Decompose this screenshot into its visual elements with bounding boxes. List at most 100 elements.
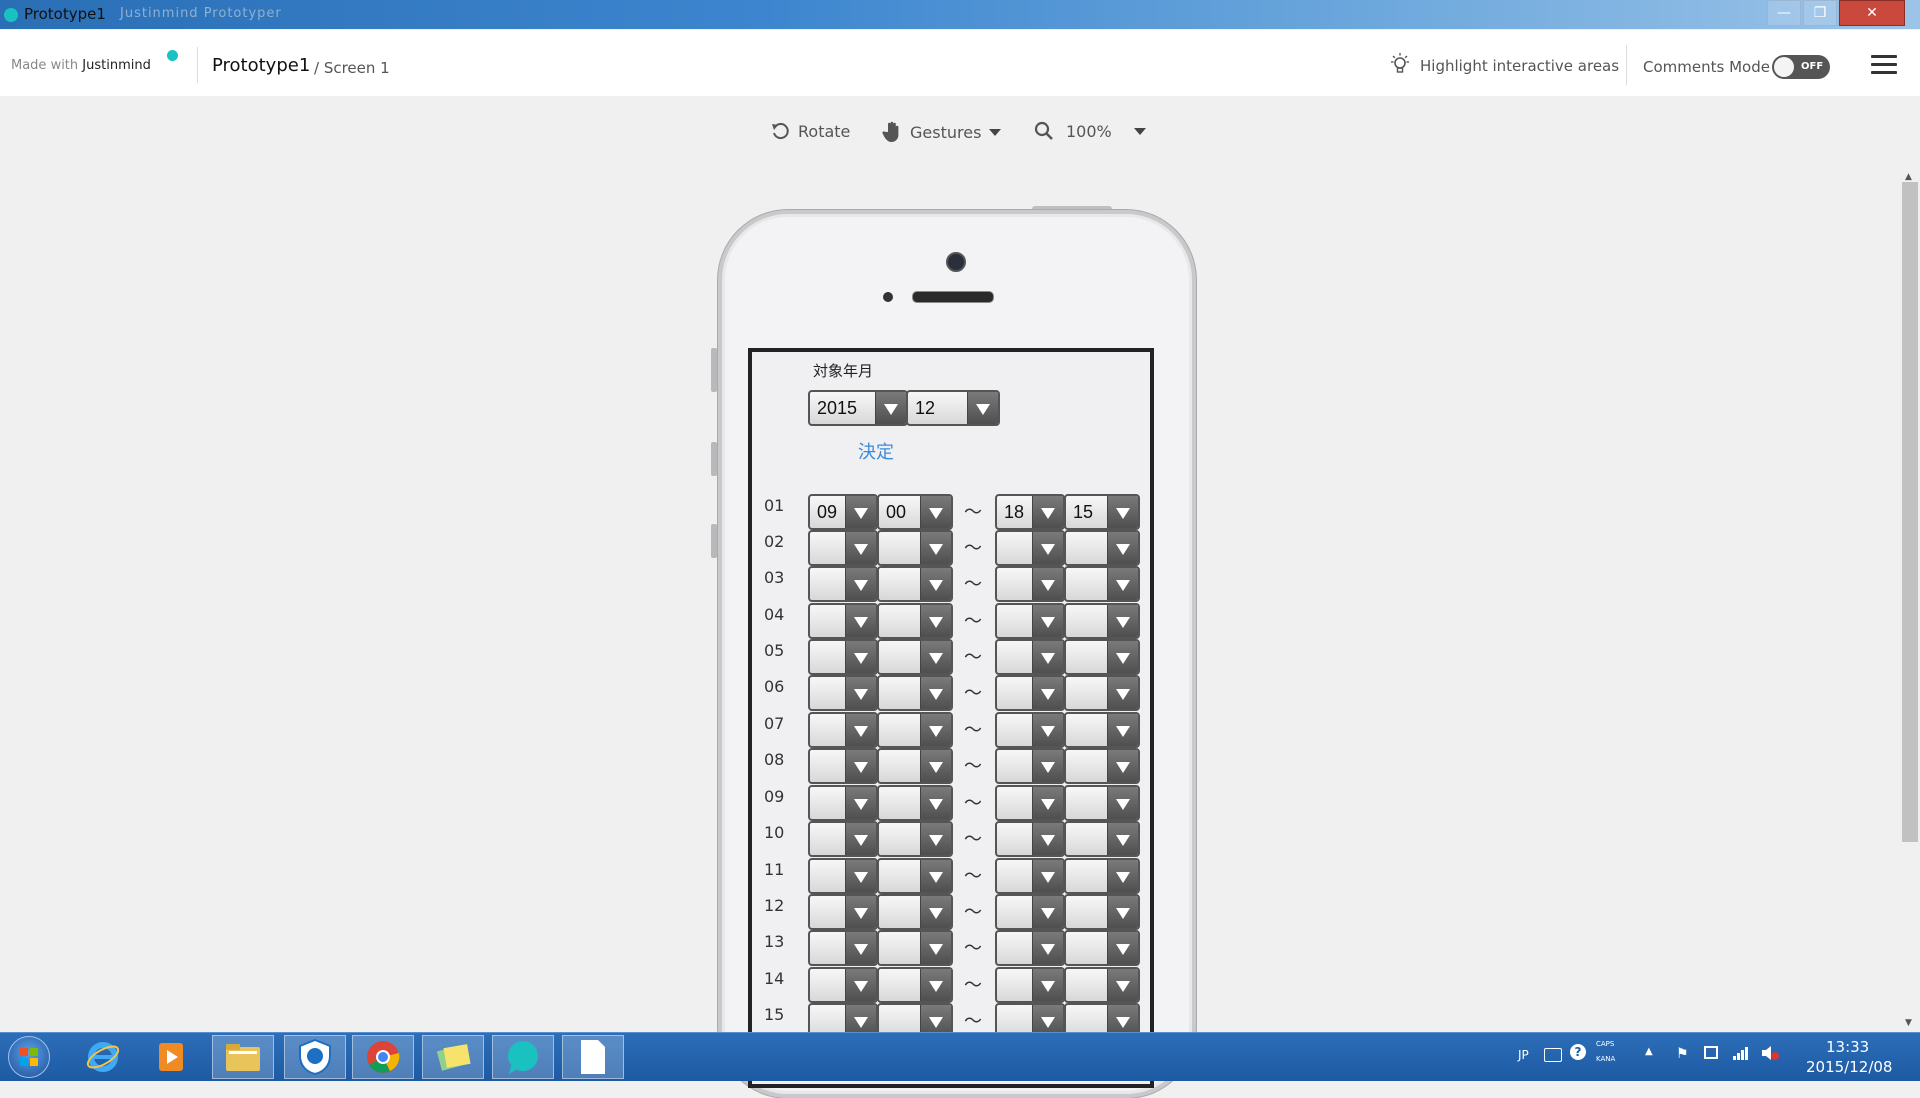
dropdown-arrow-icon: [1107, 714, 1138, 746]
zoom-dropdown[interactable]: 100%: [1034, 121, 1146, 141]
taskbar-justinmind[interactable]: [492, 1035, 554, 1079]
start-hour-select[interactable]: [808, 566, 878, 602]
day-number: 11: [764, 860, 785, 879]
end-minute-select[interactable]: 15: [1064, 494, 1140, 530]
phone-mute-switch: [711, 348, 717, 392]
end-hour-select[interactable]: [995, 858, 1065, 894]
end-minute-select[interactable]: [1064, 675, 1140, 711]
start-minute-select[interactable]: [877, 785, 953, 821]
end-hour-select[interactable]: [995, 894, 1065, 930]
taskbar-media-player[interactable]: [140, 1035, 202, 1079]
start-minute-select[interactable]: [877, 712, 953, 748]
end-hour-select[interactable]: [995, 675, 1065, 711]
taskbar-chrome[interactable]: [352, 1035, 414, 1079]
network-icon[interactable]: [1704, 1046, 1718, 1059]
start-minute-select[interactable]: [877, 530, 953, 566]
keyboard-icon[interactable]: [1544, 1048, 1562, 1062]
scroll-down-arrow-icon[interactable]: ▼: [1905, 1018, 1912, 1028]
volume-muted-icon[interactable]: [1760, 1044, 1780, 1062]
end-minute-select[interactable]: [1064, 930, 1140, 966]
end-minute-select[interactable]: [1064, 530, 1140, 566]
start-minute-select[interactable]: [877, 858, 953, 894]
window-ghost-title: Justinmind Prototyper: [120, 6, 282, 21]
scrollbar-thumb[interactable]: [1902, 182, 1918, 842]
start-hour-select[interactable]: [808, 785, 878, 821]
end-hour-select[interactable]: [995, 930, 1065, 966]
screen-name[interactable]: / Screen 1: [314, 59, 390, 77]
month-select[interactable]: 12: [906, 390, 1000, 426]
end-hour-select[interactable]: [995, 530, 1065, 566]
end-hour-select[interactable]: [995, 712, 1065, 748]
end-hour-select[interactable]: 18: [995, 494, 1065, 530]
start-hour-select[interactable]: 09: [808, 494, 878, 530]
start-hour-select[interactable]: [808, 748, 878, 784]
start-minute-select[interactable]: [877, 967, 953, 1003]
action-center-flag-icon[interactable]: ⚑: [1676, 1046, 1689, 1062]
gestures-dropdown[interactable]: Gestures: [882, 121, 1002, 143]
sticky-notes-icon: [436, 1044, 471, 1071]
end-hour-select[interactable]: [995, 603, 1065, 639]
end-minute-select[interactable]: [1064, 748, 1140, 784]
start-hour-select[interactable]: [808, 821, 878, 857]
start-minute-select[interactable]: [877, 894, 953, 930]
end-minute-select[interactable]: [1064, 712, 1140, 748]
minimize-button[interactable]: —: [1767, 0, 1801, 26]
end-hour-select[interactable]: [995, 821, 1065, 857]
start-hour-select[interactable]: [808, 930, 878, 966]
start-minute-select[interactable]: [877, 748, 953, 784]
close-button[interactable]: ✕: [1839, 0, 1905, 26]
hamburger-menu-icon[interactable]: [1871, 55, 1897, 75]
windows-start-button[interactable]: [8, 1036, 50, 1078]
end-minute-select[interactable]: [1064, 821, 1140, 857]
rotate-button[interactable]: Rotate: [770, 121, 850, 141]
help-icon[interactable]: ?: [1570, 1044, 1586, 1060]
end-minute-select[interactable]: [1064, 967, 1140, 1003]
start-hour-select[interactable]: [808, 675, 878, 711]
start-minute-select[interactable]: [877, 603, 953, 639]
start-hour-select[interactable]: [808, 530, 878, 566]
comments-mode-toggle[interactable]: OFF: [1772, 55, 1830, 79]
taskbar-file-explorer[interactable]: [212, 1035, 274, 1079]
start-minute-select[interactable]: [877, 566, 953, 602]
start-hour-select[interactable]: [808, 603, 878, 639]
highlight-interactive-areas-button[interactable]: Highlight interactive areas: [1420, 57, 1619, 75]
end-minute-select[interactable]: [1064, 639, 1140, 675]
end-minute-select[interactable]: [1064, 603, 1140, 639]
decide-link[interactable]: 決定: [858, 438, 894, 464]
clock-time[interactable]: 13:33: [1826, 1038, 1869, 1056]
signal-icon[interactable]: [1732, 1045, 1750, 1061]
end-minute-select[interactable]: [1064, 785, 1140, 821]
taskbar-document[interactable]: [562, 1035, 624, 1079]
end-hour-select[interactable]: [995, 566, 1065, 602]
start-hour-select[interactable]: [808, 858, 878, 894]
start-hour-select[interactable]: [808, 967, 878, 1003]
show-hidden-icons-icon[interactable]: ▲: [1645, 1046, 1653, 1057]
end-minute-select[interactable]: [1064, 858, 1140, 894]
start-hour-select[interactable]: [808, 712, 878, 748]
start-minute-select[interactable]: [877, 639, 953, 675]
start-hour-select[interactable]: [808, 894, 878, 930]
end-minute-select[interactable]: [1064, 894, 1140, 930]
day-number: 01: [764, 496, 785, 515]
made-with-credit[interactable]: Made with Justinmind: [11, 58, 151, 73]
maximize-button[interactable]: ❐: [1803, 0, 1837, 26]
end-minute-select[interactable]: [1064, 566, 1140, 602]
tray-language[interactable]: JP: [1518, 1048, 1529, 1062]
end-hour-select[interactable]: [995, 785, 1065, 821]
start-minute-select[interactable]: [877, 930, 953, 966]
start-minute-select[interactable]: 00: [877, 494, 953, 530]
start-minute-select[interactable]: [877, 675, 953, 711]
start-hour-select[interactable]: [808, 639, 878, 675]
start-minute-select[interactable]: [877, 821, 953, 857]
scroll-up-arrow-icon[interactable]: ▲: [1905, 172, 1912, 182]
clock-date[interactable]: 2015/12/08: [1806, 1058, 1892, 1076]
taskbar-internet-explorer[interactable]: [72, 1035, 134, 1079]
taskbar-hp-support[interactable]: [284, 1035, 346, 1079]
end-hour-select[interactable]: [995, 967, 1065, 1003]
taskbar-sticky-notes[interactable]: [422, 1035, 484, 1079]
year-select[interactable]: 2015: [808, 390, 908, 426]
lightbulb-icon[interactable]: [1388, 52, 1412, 76]
day-number: 08: [764, 750, 785, 769]
end-hour-select[interactable]: [995, 748, 1065, 784]
end-hour-select[interactable]: [995, 639, 1065, 675]
